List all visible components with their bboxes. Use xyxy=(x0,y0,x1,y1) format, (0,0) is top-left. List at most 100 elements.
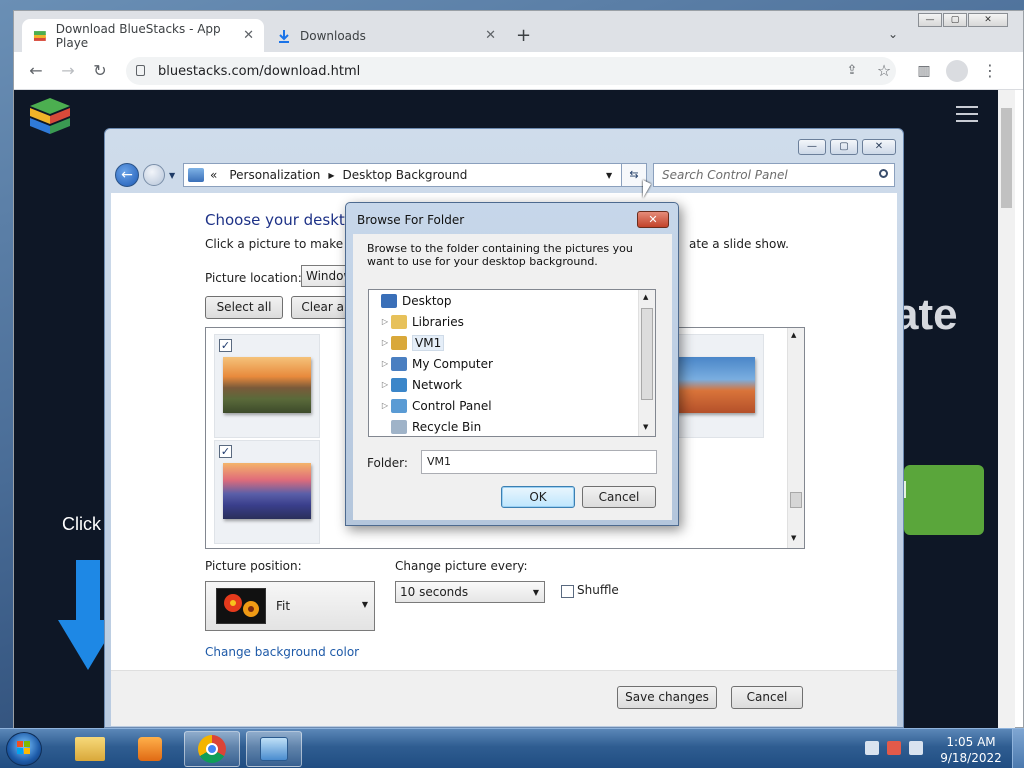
picture-thumbnail[interactable]: ✓ xyxy=(214,440,320,544)
picture-checkbox[interactable]: ✓ xyxy=(219,445,232,458)
tab-downloads[interactable]: Downloads ✕ xyxy=(266,19,506,52)
cp-search-input[interactable]: Search Control Panel xyxy=(653,163,895,187)
shuffle-checkbox[interactable] xyxy=(561,585,574,598)
share-icon[interactable]: ⇪ xyxy=(842,61,862,81)
clock[interactable]: 1:05 AM 9/18/2022 xyxy=(940,734,1002,766)
back-arrow-icon[interactable]: ← xyxy=(26,61,46,81)
scroll-down-icon[interactable]: ▼ xyxy=(643,423,648,431)
tab-bluestacks[interactable]: Download BlueStacks - App Playe ✕ xyxy=(22,19,264,52)
browser-minimize-button[interactable]: — xyxy=(918,13,942,27)
picture-thumbnail[interactable]: ✓ xyxy=(214,334,320,438)
forward-arrow-icon[interactable]: → xyxy=(58,61,78,81)
recycle-bin-icon xyxy=(391,419,407,434)
search-icon[interactable] xyxy=(879,169,888,178)
action-center-flag-icon[interactable] xyxy=(887,741,901,755)
cp-minimize-button[interactable]: — xyxy=(798,139,826,155)
taskbar-control-panel[interactable] xyxy=(246,731,302,767)
tree-item-recycle-bin[interactable]: Recycle Bin xyxy=(369,416,639,436)
tab-close-icon[interactable]: ✕ xyxy=(243,28,254,43)
select-all-button[interactable]: Select all xyxy=(205,296,283,319)
tree-item-control-panel[interactable]: ▷ Control Panel xyxy=(369,395,639,416)
taskbar-explorer[interactable] xyxy=(62,731,118,767)
folder-input[interactable]: VM1 xyxy=(421,450,657,474)
dialog-body: Browse to the folder containing the pict… xyxy=(353,234,672,520)
expand-arrow-icon[interactable]: ▷ xyxy=(379,380,391,389)
change-picture-select[interactable]: 10 seconds ▼ xyxy=(395,581,545,603)
profile-avatar-icon[interactable] xyxy=(946,60,968,82)
tab-close-icon[interactable]: ✕ xyxy=(485,28,496,43)
shuffle-label[interactable]: Shuffle xyxy=(577,583,619,597)
tab-bar: Download BlueStacks - App Playe ✕ Downlo… xyxy=(14,11,1023,52)
tree-item-network[interactable]: ▷ Network xyxy=(369,374,639,395)
scrollbar-thumb[interactable] xyxy=(641,308,653,400)
recent-pages-chevron-icon[interactable]: ▼ xyxy=(169,171,175,180)
menu-kebab-icon[interactable]: ⋮ xyxy=(980,61,1000,81)
change-picture-label: Change picture every: xyxy=(395,559,528,573)
cp-address-bar[interactable]: « Personalization ▶ Desktop Background ▼ xyxy=(183,163,647,187)
scrollbar-thumb[interactable] xyxy=(790,492,802,508)
tree-scrollbar[interactable]: ▲ ▼ xyxy=(638,290,655,436)
picture-checkbox[interactable]: ✓ xyxy=(219,339,232,352)
tree-item-label: Recycle Bin xyxy=(412,419,482,434)
show-desktop-button[interactable] xyxy=(1012,729,1024,768)
url-text: bluestacks.com/download.html xyxy=(158,63,361,79)
ok-button[interactable]: OK xyxy=(501,486,575,508)
download-button-fragment[interactable]: d xyxy=(894,465,984,535)
scroll-up-icon[interactable]: ▲ xyxy=(791,331,796,339)
dropdown-arrow-icon: ▼ xyxy=(532,588,539,597)
scrollbar-thumb[interactable] xyxy=(1001,108,1012,208)
expand-arrow-icon[interactable]: ▷ xyxy=(379,401,391,410)
scroll-down-icon[interactable]: ▼ xyxy=(791,534,796,542)
tree-item-label: Desktop xyxy=(402,293,452,308)
position-preview-image xyxy=(216,588,266,624)
lake-sunset-image xyxy=(223,463,311,519)
browser-maximize-button[interactable]: ▢ xyxy=(943,13,967,27)
breadcrumb-separator-icon: ▶ xyxy=(328,170,335,180)
cp-close-button[interactable]: ✕ xyxy=(862,139,896,155)
bookmark-star-icon[interactable]: ☆ xyxy=(874,61,894,81)
side-panel-icon[interactable]: ▥ xyxy=(914,61,934,81)
tree-item-vm1[interactable]: ▷ VM1 xyxy=(369,332,639,353)
expand-arrow-icon[interactable]: ▷ xyxy=(379,359,391,368)
flower-preview-graphic xyxy=(224,594,259,617)
breadcrumb-personalization[interactable]: Personalization xyxy=(229,168,320,182)
windows-logo-icon xyxy=(17,741,30,754)
tab-search-chevron-icon[interactable]: ⌄ xyxy=(888,27,898,41)
change-background-color-link[interactable]: Change background color xyxy=(205,645,359,659)
tree-item-my-computer[interactable]: ▷ My Computer xyxy=(369,353,639,374)
forward-arrow-icon[interactable] xyxy=(143,164,165,186)
change-picture-value: 10 seconds xyxy=(400,585,469,599)
tab-title: Downloads xyxy=(300,28,366,43)
taskbar-media-player[interactable] xyxy=(122,731,178,767)
address-bar[interactable]: bluestacks.com/download.html xyxy=(126,57,896,85)
clock-time: 1:05 AM xyxy=(946,735,996,749)
taskbar-chrome[interactable] xyxy=(184,731,240,767)
cancel-button[interactable]: Cancel xyxy=(731,686,803,709)
network-tray-icon[interactable] xyxy=(865,741,879,755)
back-arrow-icon[interactable]: ← xyxy=(115,163,139,187)
tree-item-libraries[interactable]: ▷ Libraries xyxy=(369,311,639,332)
new-tab-button[interactable]: + xyxy=(516,25,531,46)
breadcrumb-overflow[interactable]: « xyxy=(210,168,217,182)
expand-arrow-icon[interactable]: ▷ xyxy=(379,338,391,347)
tree-item-desktop[interactable]: Desktop xyxy=(369,290,639,311)
browser-close-button[interactable]: ✕ xyxy=(968,13,1008,27)
dialog-description: Browse to the folder containing the pict… xyxy=(367,242,633,268)
dialog-close-button[interactable]: ✕ xyxy=(637,211,669,228)
picture-grid-scrollbar[interactable]: ▲ ▼ xyxy=(787,328,804,548)
hamburger-menu-icon[interactable] xyxy=(956,106,978,122)
volume-icon[interactable] xyxy=(909,741,923,755)
cp-footer: Save changes Cancel xyxy=(111,670,897,726)
scroll-up-icon[interactable]: ▲ xyxy=(643,293,648,301)
expand-arrow-icon[interactable]: ▷ xyxy=(379,317,391,326)
picture-position-select[interactable]: Fit ▼ xyxy=(205,581,375,631)
address-dropdown-icon[interactable]: ▼ xyxy=(606,171,612,180)
breadcrumb-desktop-background[interactable]: Desktop Background xyxy=(342,168,467,182)
reload-icon[interactable]: ↻ xyxy=(90,61,110,81)
page-scrollbar[interactable] xyxy=(998,90,1015,729)
start-button[interactable] xyxy=(6,732,42,766)
save-changes-button[interactable]: Save changes xyxy=(617,686,717,709)
dialog-cancel-button[interactable]: Cancel xyxy=(582,486,656,508)
bluestacks-logo-icon[interactable] xyxy=(30,98,70,134)
cp-maximize-button[interactable]: ▢ xyxy=(830,139,858,155)
